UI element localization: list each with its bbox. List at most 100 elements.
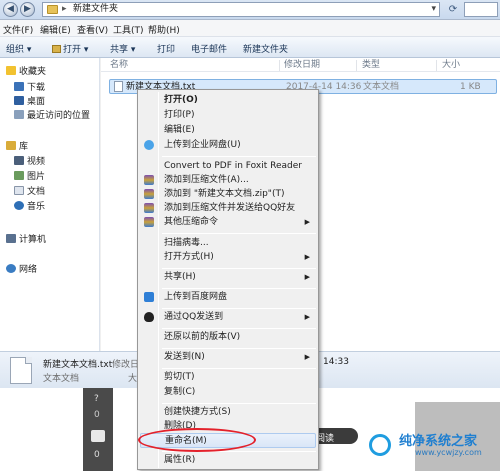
cloud-icon xyxy=(144,140,154,150)
desktop-icon xyxy=(14,96,24,105)
menu-separator xyxy=(162,403,316,404)
file-size: 1 KB xyxy=(460,82,481,92)
print-button[interactable]: 打印 xyxy=(157,42,175,55)
menu-item-open-with[interactable]: 打开方式(H) ▶ xyxy=(140,250,316,265)
menu-tools[interactable]: 工具(T) xyxy=(113,23,144,36)
nav-label: 文档 xyxy=(27,187,46,197)
nav-libraries[interactable]: 库 xyxy=(6,141,28,153)
menu-label: 添加到压缩文件(A)... xyxy=(164,175,249,185)
email-button[interactable]: 电子邮件 xyxy=(191,42,227,55)
details-time: 14:33 xyxy=(323,357,349,367)
menu-view[interactable]: 查看(V) xyxy=(77,23,108,36)
column-divider[interactable] xyxy=(279,60,280,71)
forward-button[interactable]: ▶ xyxy=(20,2,35,17)
menu-bar: 文件(F) 编辑(E) 查看(V) 工具(T) 帮助(H) xyxy=(0,20,500,37)
refresh-icon[interactable]: ⟳ xyxy=(446,2,460,17)
menu-label: 共享(H) xyxy=(164,272,196,282)
submenu-arrow-icon: ▶ xyxy=(304,273,310,281)
side-action-bar: ? 0 0 xyxy=(83,388,113,471)
address-input[interactable]: ▸ 新建文件夹 ▾ xyxy=(42,2,440,17)
address-dropdown-icon[interactable]: ▾ xyxy=(431,3,436,16)
menu-item-edit[interactable]: 编辑(E) xyxy=(140,123,316,138)
submenu-arrow-icon: ▶ xyxy=(304,253,310,261)
menu-label: 打印(P) xyxy=(164,110,195,120)
nav-network[interactable]: 网络 xyxy=(6,264,37,276)
menu-item-share[interactable]: 共享(H) ▶ xyxy=(140,270,316,285)
menu-separator xyxy=(162,308,316,309)
nav-downloads[interactable]: 下载 xyxy=(14,82,45,94)
download-icon xyxy=(14,82,24,91)
logo-text: 纯净系统之家 xyxy=(399,434,478,449)
menu-item-add-zip[interactable]: 添加到 "新建文本文档.zip"(T) xyxy=(140,187,316,202)
menu-label: 其他压缩命令 xyxy=(164,217,219,227)
menu-item-convert-pdf[interactable]: Convert to PDF in Foxit Reader xyxy=(140,159,316,174)
menu-file[interactable]: 文件(F) xyxy=(3,23,33,36)
nav-label: 图片 xyxy=(27,172,46,182)
menu-label: 通过QQ发送到 xyxy=(164,312,224,322)
nav-desktop[interactable]: 桌面 xyxy=(14,96,45,108)
column-size[interactable]: 大小 xyxy=(442,60,460,70)
menu-item-upload-baidu[interactable]: 上传到百度网盘 xyxy=(140,290,316,305)
menu-help[interactable]: 帮助(H) xyxy=(148,23,180,36)
nav-videos[interactable]: 视频 xyxy=(14,156,45,168)
side-top-char: ? xyxy=(94,394,99,404)
menu-item-upload-enterprise[interactable]: 上传到企业网盘(U) xyxy=(140,138,316,153)
nav-pictures[interactable]: 图片 xyxy=(14,171,45,183)
side-count: 0 xyxy=(94,410,100,420)
breadcrumb[interactable]: 新建文件夹 xyxy=(73,3,118,16)
nav-music[interactable]: 音乐 xyxy=(14,201,45,213)
menu-item-open[interactable]: 打开(O) xyxy=(140,93,316,108)
menu-item-create-shortcut[interactable]: 创建快捷方式(S) xyxy=(140,405,316,420)
picture-icon xyxy=(14,171,24,180)
thumbs-up-icon[interactable] xyxy=(91,430,105,442)
organize-button[interactable]: 组织 ▾ xyxy=(6,42,31,55)
open-button[interactable]: 打开 ▾ xyxy=(52,42,88,55)
new-folder-button[interactable]: 新建文件夹 xyxy=(243,42,288,55)
column-modified[interactable]: 修改日期 xyxy=(284,60,320,70)
navigation-pane: 收藏夹 下载 桌面 最近访问的位置 库 视频 图片 文档 音乐 计算机 网络 xyxy=(0,58,100,351)
nav-favorites[interactable]: 收藏夹 xyxy=(6,66,46,78)
menu-label: 属性(R) xyxy=(164,455,196,465)
menu-label: 上传到企业网盘(U) xyxy=(164,140,241,150)
menu-item-send-qq[interactable]: 通过QQ发送到 ▶ xyxy=(140,310,316,325)
menu-item-properties[interactable]: 属性(R) xyxy=(140,453,316,468)
menu-item-other-compress[interactable]: 其他压缩命令 ▶ xyxy=(140,215,316,230)
column-type[interactable]: 类型 xyxy=(362,60,380,70)
menu-item-print[interactable]: 打印(P) xyxy=(140,108,316,123)
nav-documents[interactable]: 文档 xyxy=(14,186,45,198)
nav-label: 视频 xyxy=(27,157,46,167)
like-count: 0 xyxy=(94,450,100,460)
winrar-icon xyxy=(144,203,154,213)
context-menu: 打开(O) 打印(P) 编辑(E) 上传到企业网盘(U) Convert to … xyxy=(137,89,319,470)
folder-icon xyxy=(47,5,58,14)
menu-item-add-zip-qq[interactable]: 添加到压缩文件并发送给QQ好友 xyxy=(140,201,316,216)
video-icon xyxy=(14,156,24,165)
menu-separator xyxy=(162,233,316,234)
menu-separator xyxy=(162,348,316,349)
search-input[interactable] xyxy=(464,2,498,17)
column-name[interactable]: 名称 xyxy=(110,60,128,70)
menu-item-cut[interactable]: 剪切(T) xyxy=(140,370,316,385)
column-divider[interactable] xyxy=(356,60,357,71)
command-toolbar: 组织 ▾ 打开 ▾ 共享 ▾ 打印 电子邮件 新建文件夹 xyxy=(0,37,500,58)
back-button[interactable]: ◀ xyxy=(3,2,18,17)
menu-label: 打开(O) xyxy=(164,95,198,105)
column-header-row: 名称 修改日期 类型 大小 xyxy=(101,60,500,72)
menu-item-restore-previous[interactable]: 还原以前的版本(V) xyxy=(140,330,316,345)
nav-computer[interactable]: 计算机 xyxy=(6,234,46,246)
menu-item-copy[interactable]: 复制(C) xyxy=(140,385,316,400)
menu-label: 创建快捷方式(S) xyxy=(164,407,231,417)
menu-item-send-to[interactable]: 发送到(N) ▶ xyxy=(140,350,316,365)
open-icon xyxy=(52,45,61,53)
submenu-arrow-icon: ▶ xyxy=(304,353,310,361)
column-divider[interactable] xyxy=(436,60,437,71)
menu-edit[interactable]: 编辑(E) xyxy=(40,23,71,36)
music-icon xyxy=(14,201,24,210)
address-bar-area: ◀ ▶ ▸ 新建文件夹 ▾ ⟳ xyxy=(0,0,500,20)
menu-label: 上传到百度网盘 xyxy=(164,292,228,302)
menu-item-scan-virus[interactable]: 扫描病毒... xyxy=(140,236,316,251)
menu-item-add-archive[interactable]: 添加到压缩文件(A)... xyxy=(140,173,316,188)
nav-recent[interactable]: 最近访问的位置 xyxy=(14,110,90,122)
winrar-icon xyxy=(144,175,154,185)
share-button[interactable]: 共享 ▾ xyxy=(110,42,135,55)
